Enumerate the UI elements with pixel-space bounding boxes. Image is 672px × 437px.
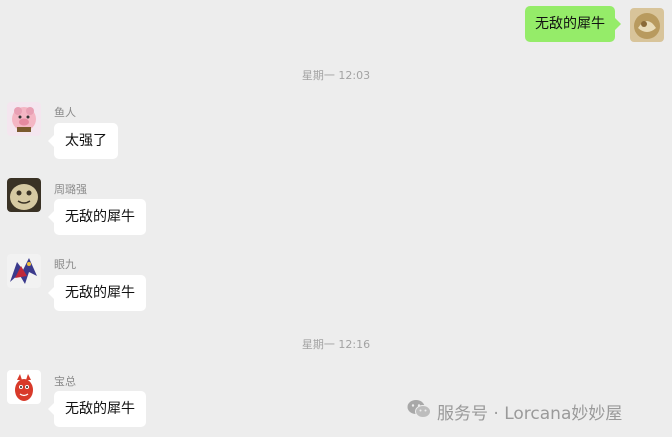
message-bubble[interactable]: 无敌的犀牛 xyxy=(48,391,146,427)
message-bubble[interactable]: 无敌的犀牛 xyxy=(48,199,146,235)
wechat-icon xyxy=(407,399,431,424)
watermark-text: 服务号 · Lorcana妙妙屋 xyxy=(437,403,623,424)
message-bubble[interactable]: 太强了 xyxy=(48,123,118,159)
watermark: 服务号 · Lorcana妙妙屋 xyxy=(407,398,622,424)
message-bubble[interactable]: 无敌的犀牛 xyxy=(48,275,146,311)
sender-name: 周璐强 xyxy=(54,183,87,196)
pig-sticker-avatar-icon[interactable] xyxy=(7,102,41,136)
red-character-avatar-icon[interactable] xyxy=(7,370,41,404)
timestamp: 星期一 12:16 xyxy=(301,338,371,351)
sender-name: 眼九 xyxy=(54,258,76,271)
sender-name: 鱼人 xyxy=(54,106,76,119)
blob-avatar-icon[interactable] xyxy=(7,178,41,212)
dragon-avatar-icon[interactable] xyxy=(7,254,41,288)
chat-window: 无敌的犀牛 星期一 12:03 鱼人 太强了 周璐强 无敌的犀牛 眼九 无敌的犀… xyxy=(0,0,672,437)
outgoing-message-bubble[interactable]: 无敌的犀牛 xyxy=(525,6,621,42)
sender-name: 宝总 xyxy=(54,375,76,388)
user-avatar-icon[interactable] xyxy=(630,8,664,42)
timestamp: 星期一 12:03 xyxy=(301,69,371,82)
